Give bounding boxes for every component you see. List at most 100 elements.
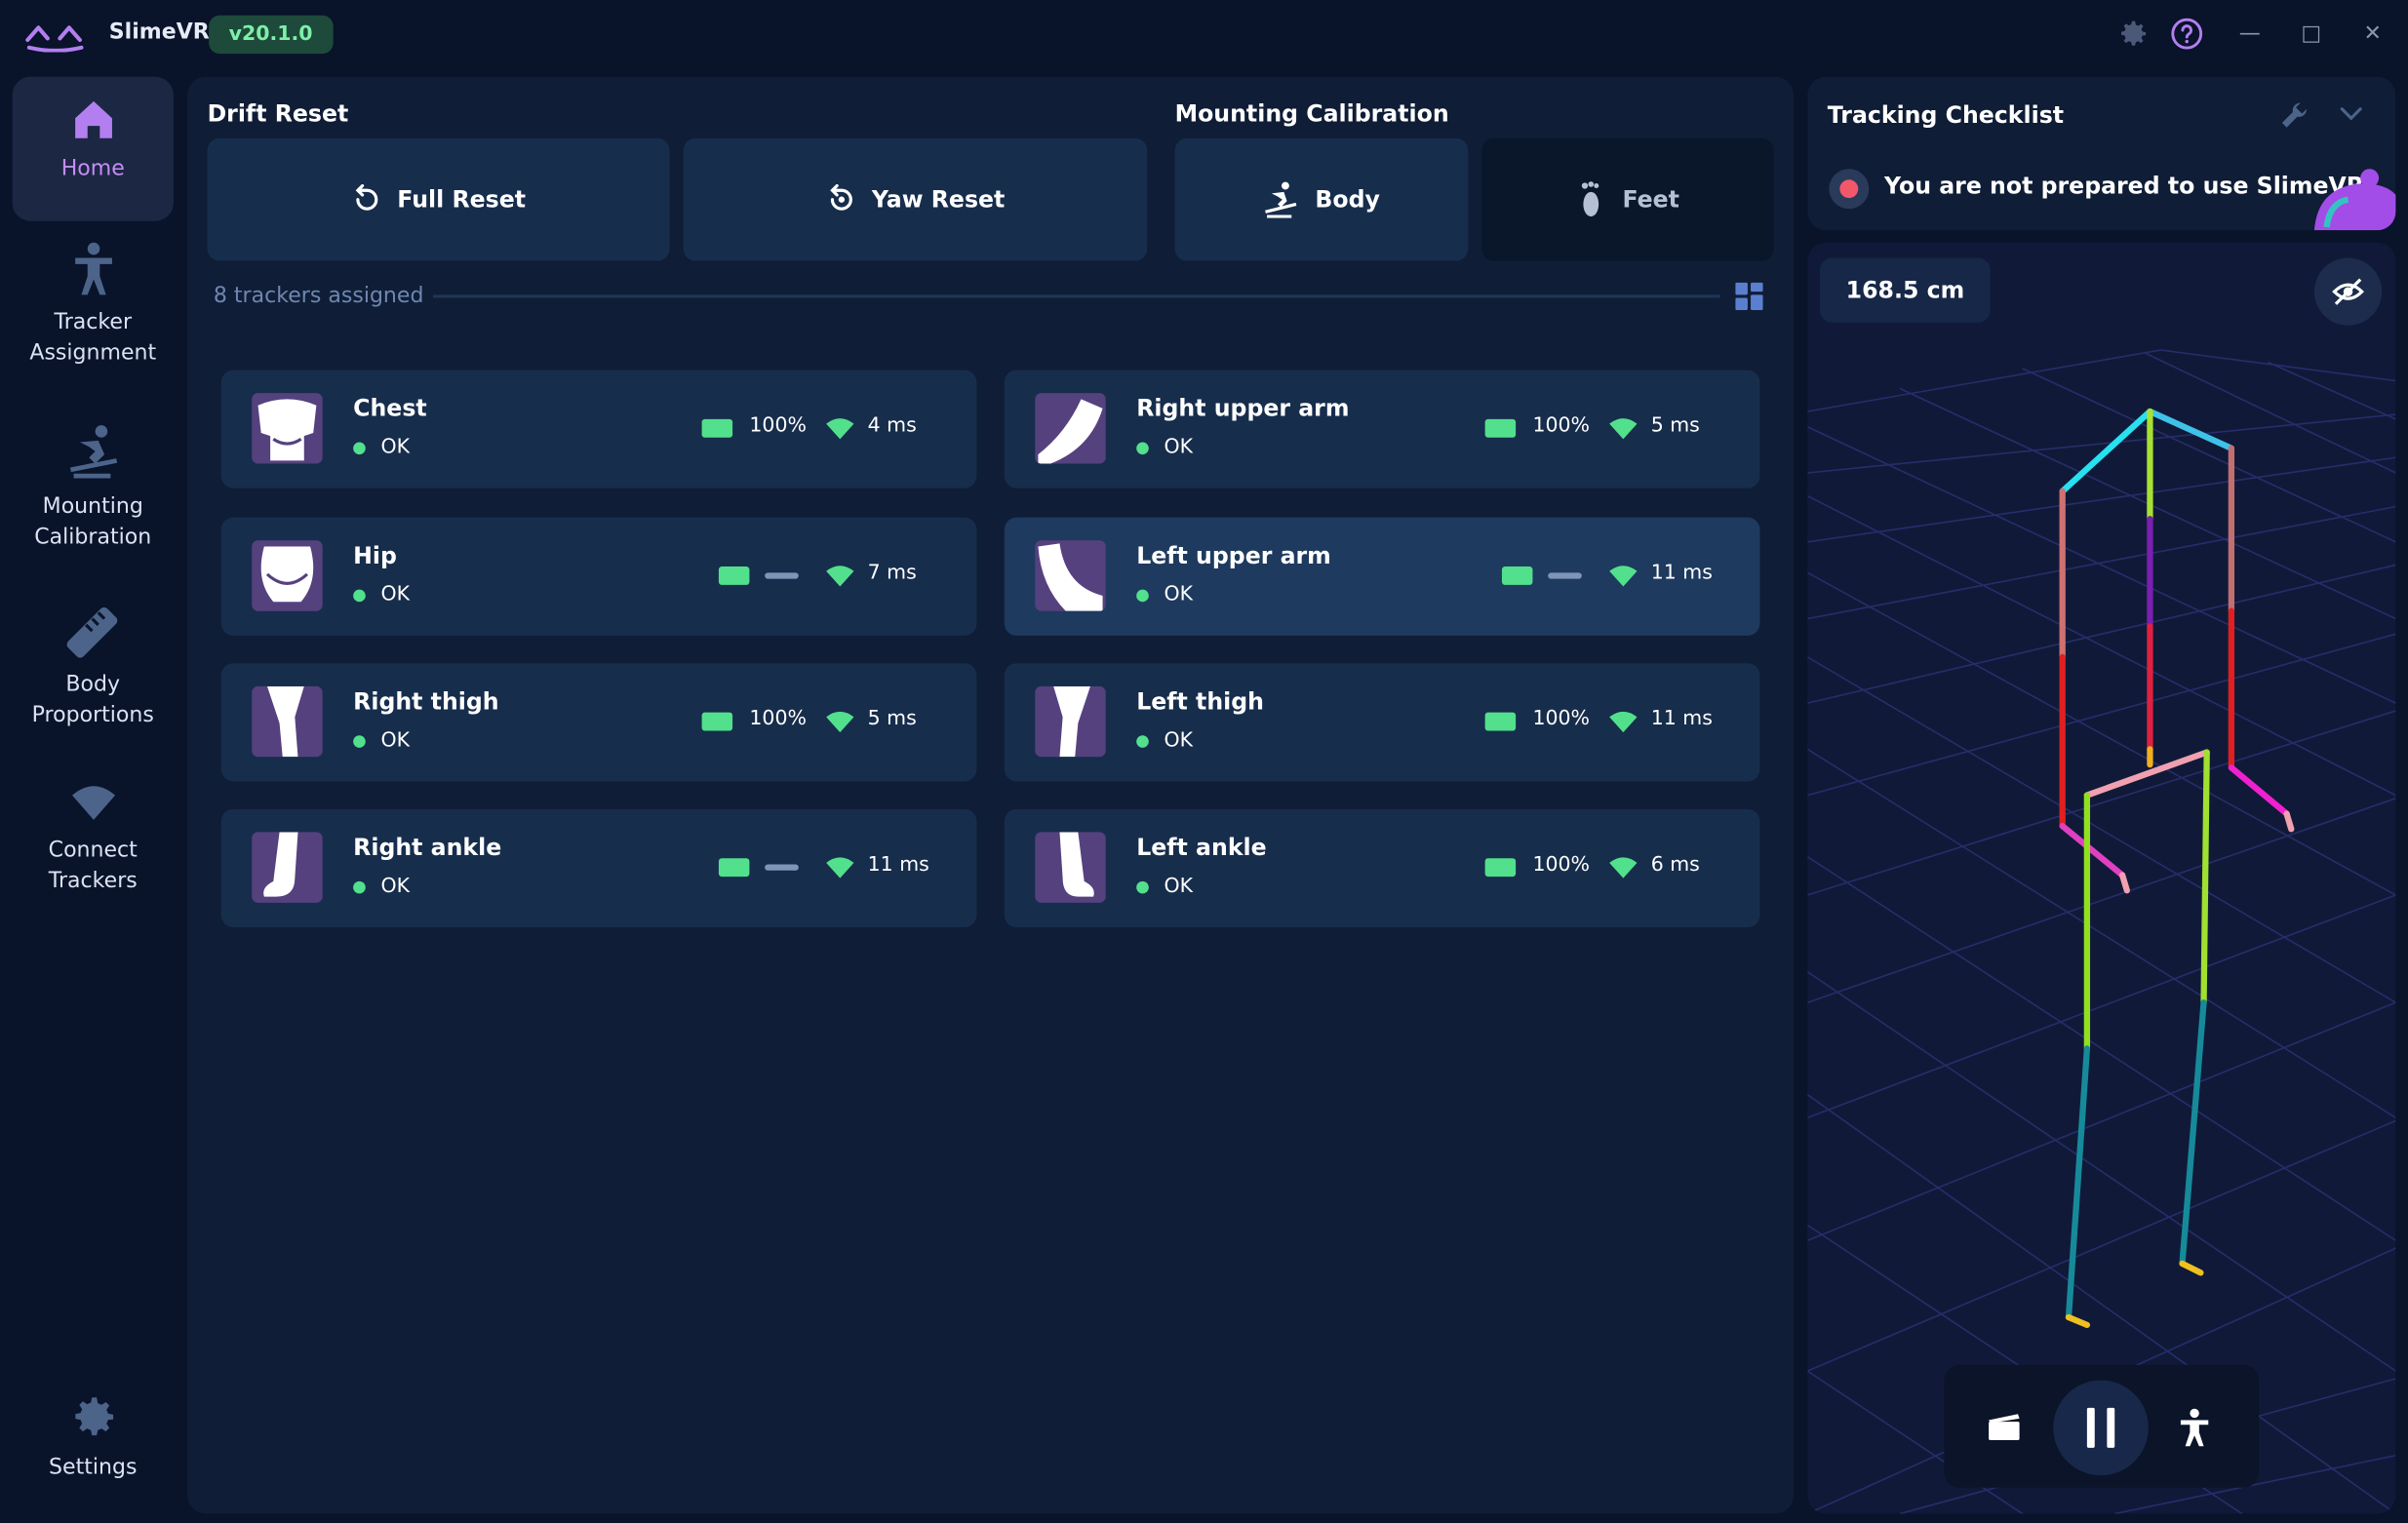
status-text: OK [380,728,411,753]
main-panel: Drift Reset Mounting Calibration Full Re… [187,76,1795,1514]
person-icon[interactable] [2178,1408,2212,1448]
status-text: OK [380,875,411,899]
yaw-reset-button[interactable]: Yaw Reset [683,137,1148,261]
sidebar-item-home[interactable]: Home [12,76,174,221]
warning-status-dot [1829,169,1870,210]
tracker-card-right-thigh[interactable]: Right thigh OK 100% 5 ms [220,663,977,782]
yaw-reset-icon [829,183,852,211]
signal-icon [1609,857,1638,879]
height-display: 168.5 cm [1819,257,1992,323]
maximize-button[interactable]: □ [2296,19,2326,49]
battery-charging-icon [718,858,750,878]
yaw-reset-label: Yaw Reset [871,185,1006,214]
minimize-button[interactable]: — [2234,19,2265,49]
sidebar-item-mounting-calibration[interactable]: Mounting Calibration [13,420,174,565]
status-dot [1136,734,1149,748]
signal-icon [1609,418,1638,440]
mascot-icon [2313,169,2396,231]
home-icon [74,100,112,138]
right-thigh-body-part-image [252,685,323,758]
sidebar-item-connect-trackers[interactable]: Connect Trackers [13,780,174,924]
mounting-calibration-title: Mounting Calibration [1174,99,1449,128]
battery-percent: 100% [1532,853,1590,878]
battery-unknown-dash [765,864,799,871]
wrench-icon[interactable] [2279,99,2309,130]
version-badge: v20.1.0 [209,15,333,55]
help-icon[interactable] [2170,17,2204,51]
clapperboard-icon[interactable] [1988,1411,2022,1441]
skeleton-3d-viewport[interactable]: 168.5 cm [1807,242,2396,1514]
visibility-toggle-button[interactable] [2313,257,2383,326]
feet-mounting-label: Feet [1622,185,1679,214]
chest-body-part-image [252,393,323,464]
tracker-card-hip[interactable]: Hip OK 7 ms [220,517,977,636]
full-reset-button[interactable]: Full Reset [207,137,670,261]
close-button[interactable]: ✕ [2357,19,2388,49]
ping-value: 6 ms [1650,853,1700,878]
battery-percent: 100% [1532,707,1590,731]
ping-value: 11 ms [867,853,929,878]
battery-charging-icon [1501,566,1533,585]
sidebar-item-label: Tracker Assignment [29,310,157,366]
signal-icon [826,711,854,733]
left-upper-arm-body-part-image [1035,540,1106,611]
tracker-card-left-thigh[interactable]: Left thigh OK 100% 11 ms [1004,663,1760,782]
sidebar-item-settings[interactable]: Settings [13,1391,174,1499]
app-title: SlimeVR [108,20,210,45]
chevron-down-icon[interactable] [2339,104,2363,123]
feet-mounting-button[interactable]: Feet [1481,137,1774,261]
eye-off-icon [2332,278,2364,305]
settings-gear-icon[interactable] [2116,17,2151,51]
status-text: OK [1164,583,1194,606]
battery-percent: 100% [1532,414,1590,438]
sidebar-item-label: Connect Trackers [48,838,138,894]
status-dot [1136,880,1149,893]
signal-icon [826,418,854,440]
tracker-card-left-upper-arm[interactable]: Left upper arm OK 11 ms [1004,517,1760,636]
tracker-card-chest[interactable]: Chest OK 100% 4 ms [220,370,977,488]
tracker-name: Left ankle [1136,834,1267,862]
sidebar-item-label: Body Proportions [31,672,154,728]
trackers-assigned-text: 8 trackers assigned [213,284,424,309]
ping-value: 7 ms [867,562,917,585]
signal-icon [1609,566,1638,587]
foot-icon [1582,181,1599,217]
tracker-card-right-upper-arm[interactable]: Right upper arm OK 100% 5 ms [1004,370,1760,488]
status-dot [353,880,366,893]
status-text: OK [1164,875,1194,899]
tracker-card-left-ankle[interactable]: Left ankle OK 100% 6 ms [1004,808,1760,928]
sidebar-item-body-proportions[interactable]: Body Proportions [13,599,174,743]
sidebar-item-label: Home [60,156,125,181]
drift-reset-title: Drift Reset [207,99,349,128]
battery-unknown-dash [765,572,799,579]
body-mounting-button[interactable]: Body [1174,137,1469,261]
signal-icon [826,857,854,879]
sidebar-item-tracker-assignment[interactable]: Tracker Assignment [13,236,174,380]
right-upper-arm-body-part-image [1035,393,1106,464]
tracker-card-right-ankle[interactable]: Right ankle OK 11 ms [220,808,977,928]
tracker-name: Right thigh [353,687,499,716]
battery-icon [701,712,733,731]
status-dot [353,441,366,454]
pause-button[interactable] [2053,1380,2149,1476]
tracker-status: OK [1136,729,1193,753]
ping-value: 11 ms [1650,562,1713,585]
ruler-icon [65,606,117,658]
grid-view-icon[interactable] [1735,282,1763,311]
battery-percent: 100% [749,707,807,731]
tracker-name: Chest [353,394,427,423]
title-bar: SlimeVR v20.1.0 — □ ✕ [0,0,2408,70]
left-ankle-body-part-image [1035,832,1106,903]
tracker-status: OK [353,729,410,753]
tracker-name: Right ankle [353,834,502,862]
status-dot [353,588,366,602]
full-reset-label: Full Reset [397,185,527,214]
ping-value: 11 ms [1650,707,1713,731]
status-text: OK [380,583,411,606]
person-icon [74,242,112,295]
tracker-name: Hip [353,541,397,570]
tracker-status: OK [353,436,410,459]
ping-value: 5 ms [1650,414,1700,438]
status-dot [1136,588,1149,602]
skier-icon [1265,181,1297,218]
